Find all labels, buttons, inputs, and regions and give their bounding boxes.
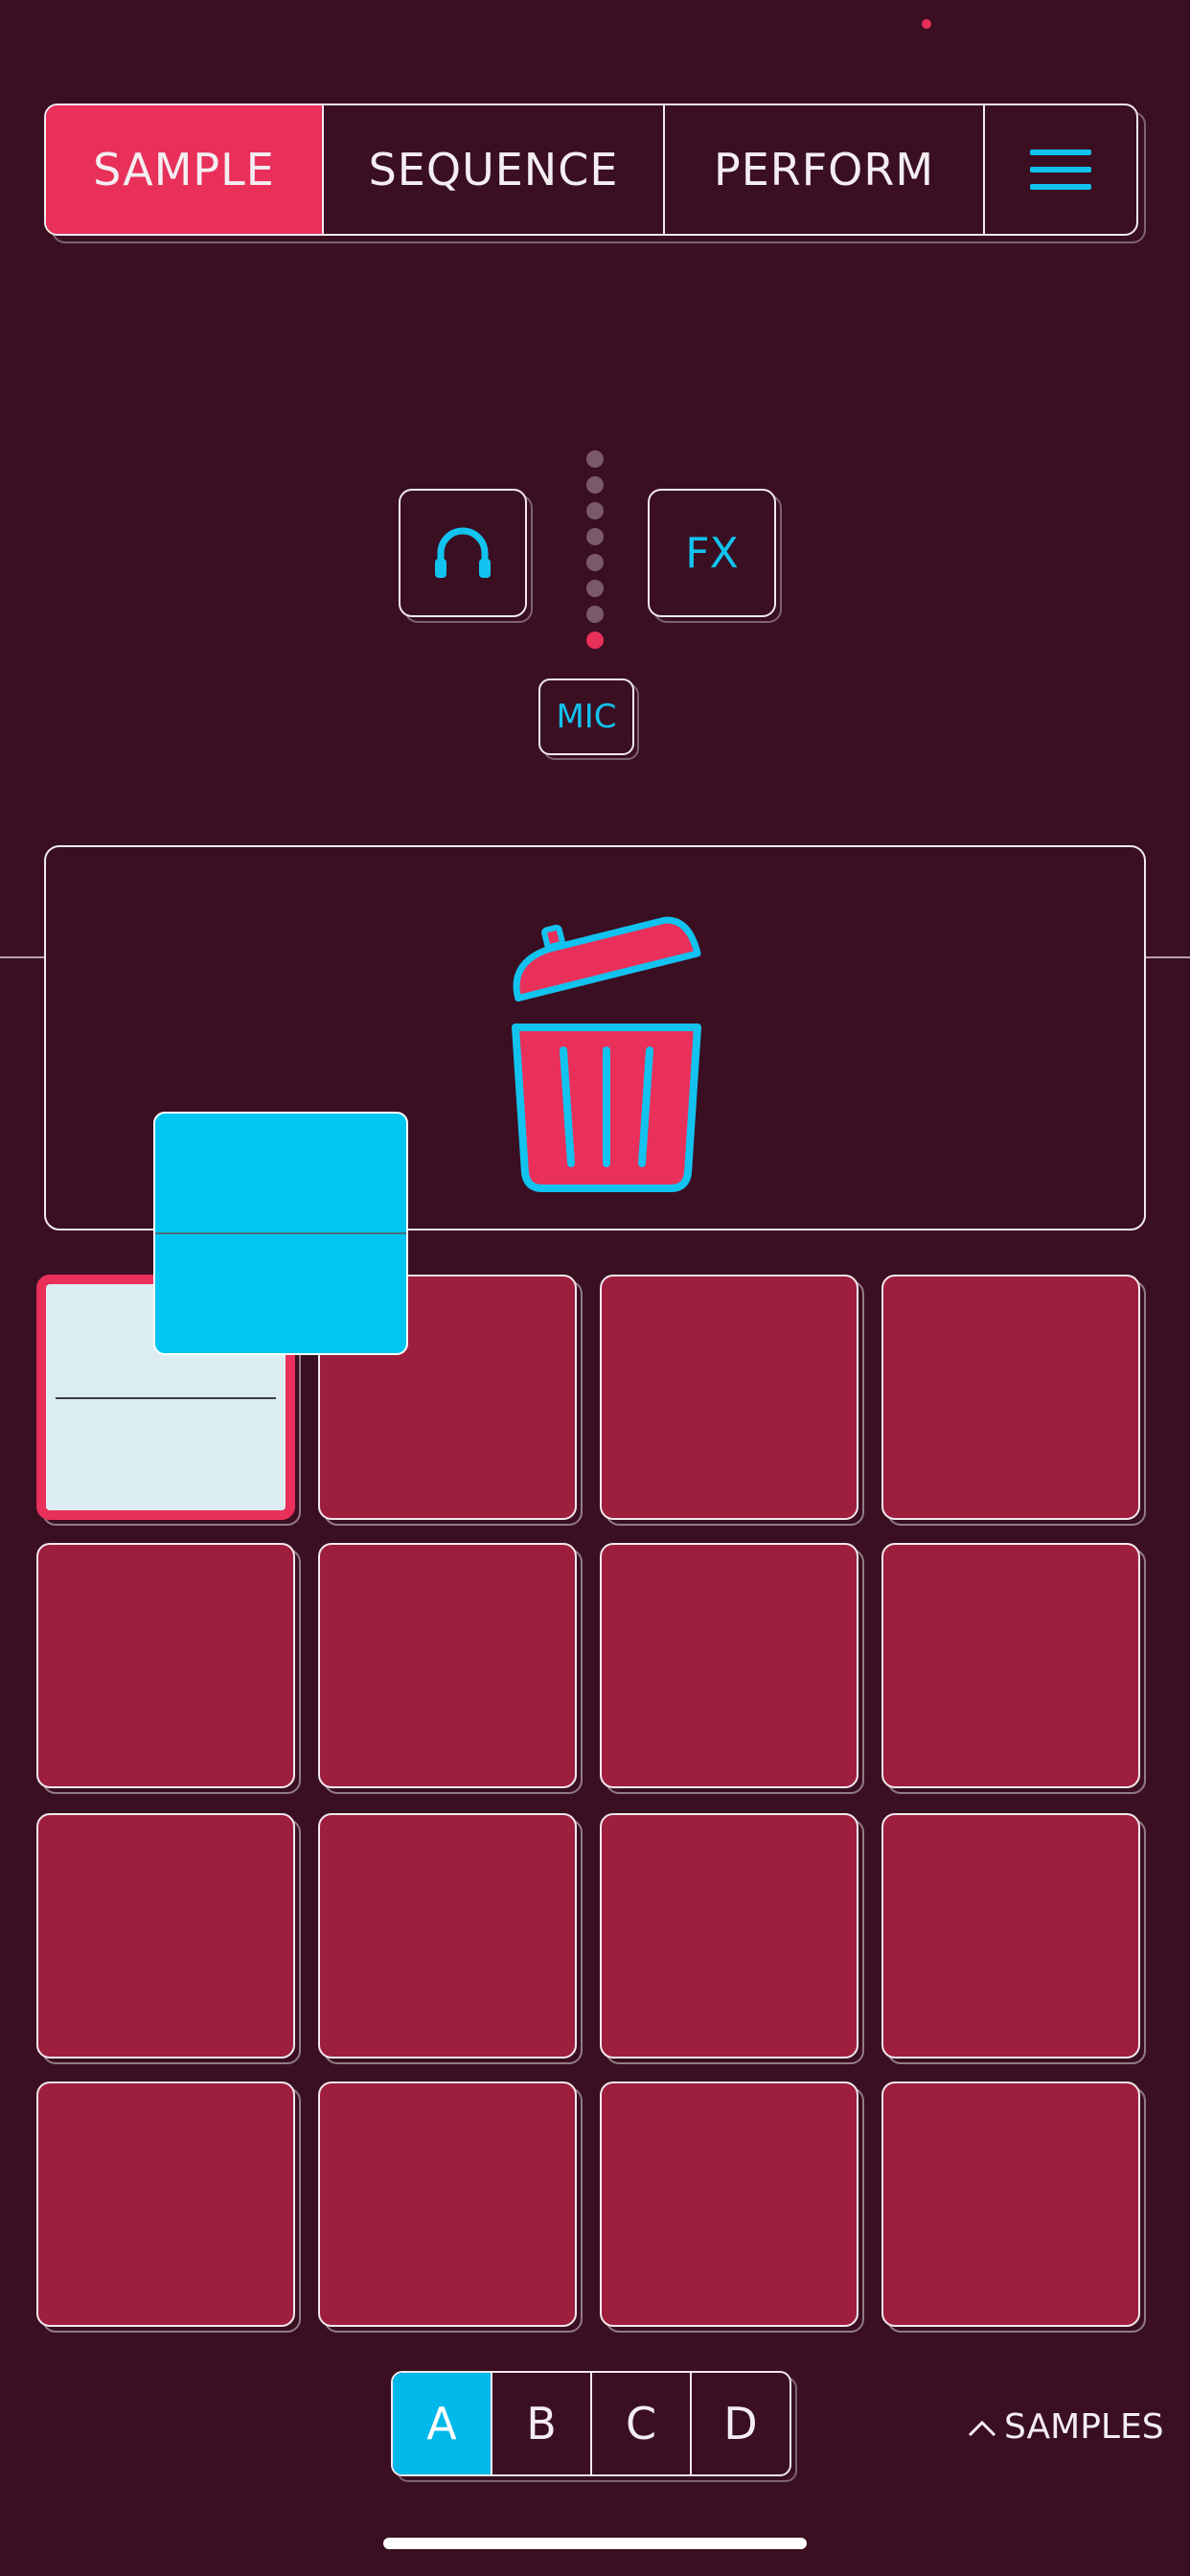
tab-perform-label: PERFORM [713,144,935,196]
mic-label: MIC [556,698,617,736]
pad-12[interactable] [881,1813,1146,2064]
pad-7[interactable] [600,1543,864,1794]
bank-c-button[interactable]: C [592,2373,692,2474]
headphones-icon [435,527,491,578]
pad-15[interactable] [600,2082,864,2333]
pad-6[interactable] [318,1543,583,1794]
pad-9[interactable] [36,1813,301,2064]
tab-perform[interactable]: PERFORM [665,105,985,234]
bank-d-button[interactable]: D [692,2373,790,2474]
bank-a-label: A [426,2398,457,2450]
input-level-meter [586,450,604,649]
pad-11[interactable] [600,1813,864,2064]
divider-left [0,956,44,958]
pad-4[interactable] [881,1275,1146,1526]
divider-right [1146,956,1190,958]
pad-3[interactable] [600,1275,864,1526]
pad-5[interactable] [36,1543,301,1794]
bank-a-button[interactable]: A [393,2373,492,2474]
pad-13[interactable] [36,2082,301,2333]
fx-button[interactable]: FX [648,489,782,623]
samples-drawer-button[interactable]: SAMPLES [966,2407,1164,2447]
fx-label: FX [685,528,739,578]
dragged-sample-tile[interactable] [153,1112,408,1355]
monitor-button[interactable] [399,489,533,623]
pad-14[interactable] [318,2082,583,2333]
trash-can-icon [512,916,701,1192]
bank-d-label: D [723,2398,758,2450]
pad-8[interactable] [881,1543,1146,1794]
bank-b-button[interactable]: B [492,2373,592,2474]
tab-sample[interactable]: SAMPLE [46,105,324,234]
recording-indicator-dot [922,19,931,29]
mode-tab-bar: SAMPLE SEQUENCE PERFORM [44,104,1146,243]
bank-b-label: B [526,2398,557,2450]
samples-label: SAMPLES [1004,2407,1164,2447]
chevron-up-icon [968,2420,996,2436]
pad-16[interactable] [881,2082,1146,2333]
waveform [155,1232,406,1234]
hamburger-menu-icon [1030,138,1091,201]
pad-10[interactable] [318,1813,583,2064]
mic-button[interactable]: MIC [538,678,639,760]
bank-selector: A B C D [391,2371,797,2482]
menu-button[interactable] [985,105,1136,234]
bank-c-label: C [625,2398,657,2450]
tab-sequence-label: SEQUENCE [368,144,619,196]
tab-sequence[interactable]: SEQUENCE [324,105,665,234]
waveform [56,1397,276,1399]
tab-sample-label: SAMPLE [93,144,275,196]
home-indicator[interactable] [383,2538,807,2549]
